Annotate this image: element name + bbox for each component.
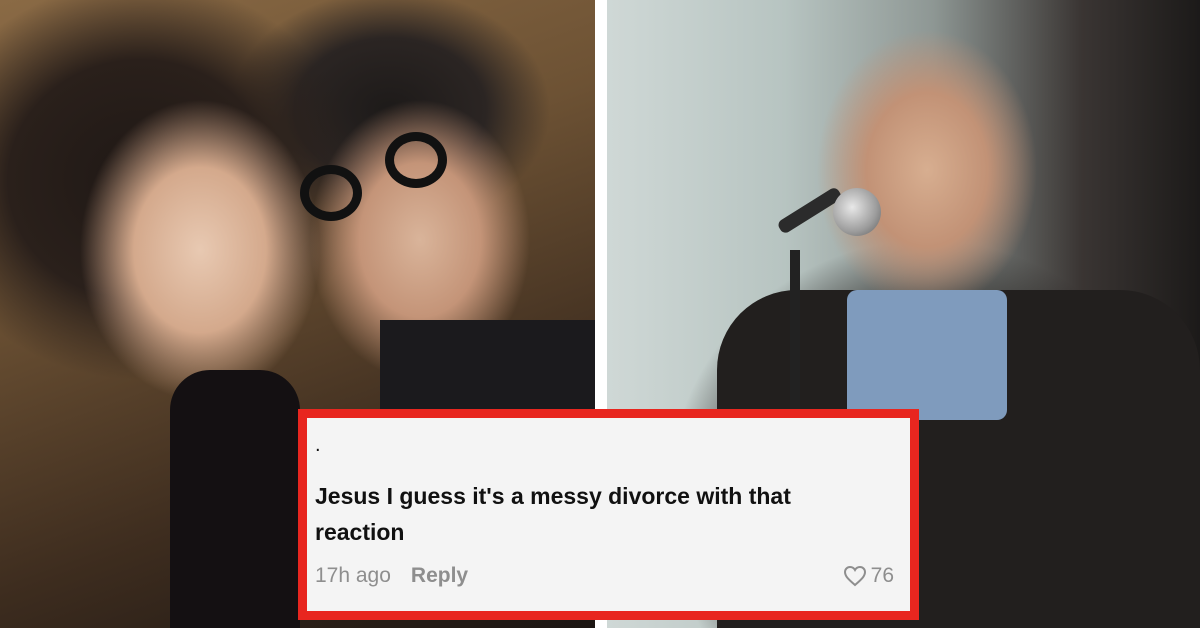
comment-text: Jesus I guess it's a messy divorce with … bbox=[315, 483, 791, 545]
comment-timestamp: 17h ago bbox=[315, 564, 391, 587]
like-group: 76 bbox=[843, 564, 894, 588]
woman-figure bbox=[170, 370, 300, 628]
comment-card: . Jesus I guess it's a messy divorce wit… bbox=[298, 409, 919, 620]
shirt-collar bbox=[847, 290, 1007, 420]
microphone-icon bbox=[833, 188, 881, 236]
comment-meta: 17h ago Reply bbox=[315, 564, 468, 588]
glasses-left-lens bbox=[300, 165, 362, 221]
man-figure bbox=[380, 320, 595, 420]
microphone-stand bbox=[790, 250, 800, 410]
like-count: 76 bbox=[870, 564, 894, 587]
comment-username: . bbox=[315, 434, 321, 456]
heart-outline-icon[interactable] bbox=[843, 565, 867, 587]
glasses-right-lens bbox=[385, 132, 447, 188]
reply-button[interactable]: Reply bbox=[411, 564, 468, 588]
